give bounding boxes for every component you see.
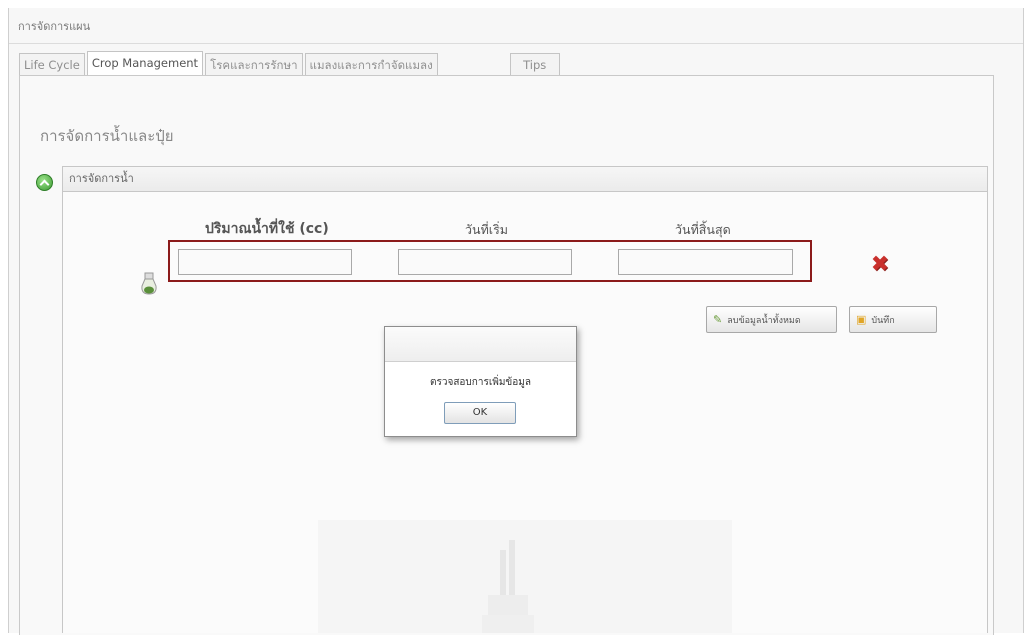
amount-column-label: ปริมาณน้ำที่ใช้ (cc) <box>205 221 329 237</box>
save-label: บันทึก <box>871 315 895 326</box>
tab-crop-management[interactable]: Crop Management <box>86 51 204 75</box>
confirm-dialog: ตรวจสอบการเพิ่มข้อมูล OK <box>384 326 577 437</box>
broom-icon: ✎ <box>713 313 723 326</box>
watermark-spire-icon <box>482 540 534 633</box>
flask-icon[interactable] <box>140 272 158 296</box>
delete-all-label: ลบข้อมูลน้ำทั้งหมด <box>727 315 801 326</box>
tab-tips[interactable]: Tips <box>509 53 560 75</box>
tab-life-cycle[interactable]: Life Cycle <box>19 53 85 75</box>
save-button[interactable]: ▣ บันทึก <box>849 306 937 333</box>
delete-all-water-button[interactable]: ✎ ลบข้อมูลน้ำทั้งหมด <box>706 306 837 333</box>
tab-bar: Life Cycle Crop Management โรคและการรักษ… <box>19 51 562 75</box>
tab-insect-control[interactable]: แมลงและการกำจัดแมลง <box>304 53 438 75</box>
section-title: การจัดการน้ำและปุ๋ย <box>40 127 174 145</box>
collapse-toggle-icon[interactable] <box>36 174 53 191</box>
dialog-ok-button[interactable]: OK <box>444 402 516 424</box>
dialog-titlebar[interactable] <box>385 327 576 362</box>
remove-x-icon[interactable]: ✖ <box>869 254 891 276</box>
start-date-input[interactable] <box>398 249 572 275</box>
start-date-column-label: วันที่เริ่ม <box>465 222 509 237</box>
window-title: การจัดการแผน <box>18 20 91 33</box>
tab-disease-treatment[interactable]: โรคและการรักษา <box>205 53 303 75</box>
dialog-message: ตรวจสอบการเพิ่มข้อมูล <box>429 377 531 388</box>
water-management-header[interactable]: การจัดการน้ำ <box>62 166 988 192</box>
title-divider <box>9 43 1023 44</box>
end-date-column-label: วันที่สิ้นสุด <box>675 222 731 237</box>
amount-input[interactable] <box>178 249 352 275</box>
floppy-disk-icon: ▣ <box>856 313 867 326</box>
end-date-input[interactable] <box>618 249 793 275</box>
